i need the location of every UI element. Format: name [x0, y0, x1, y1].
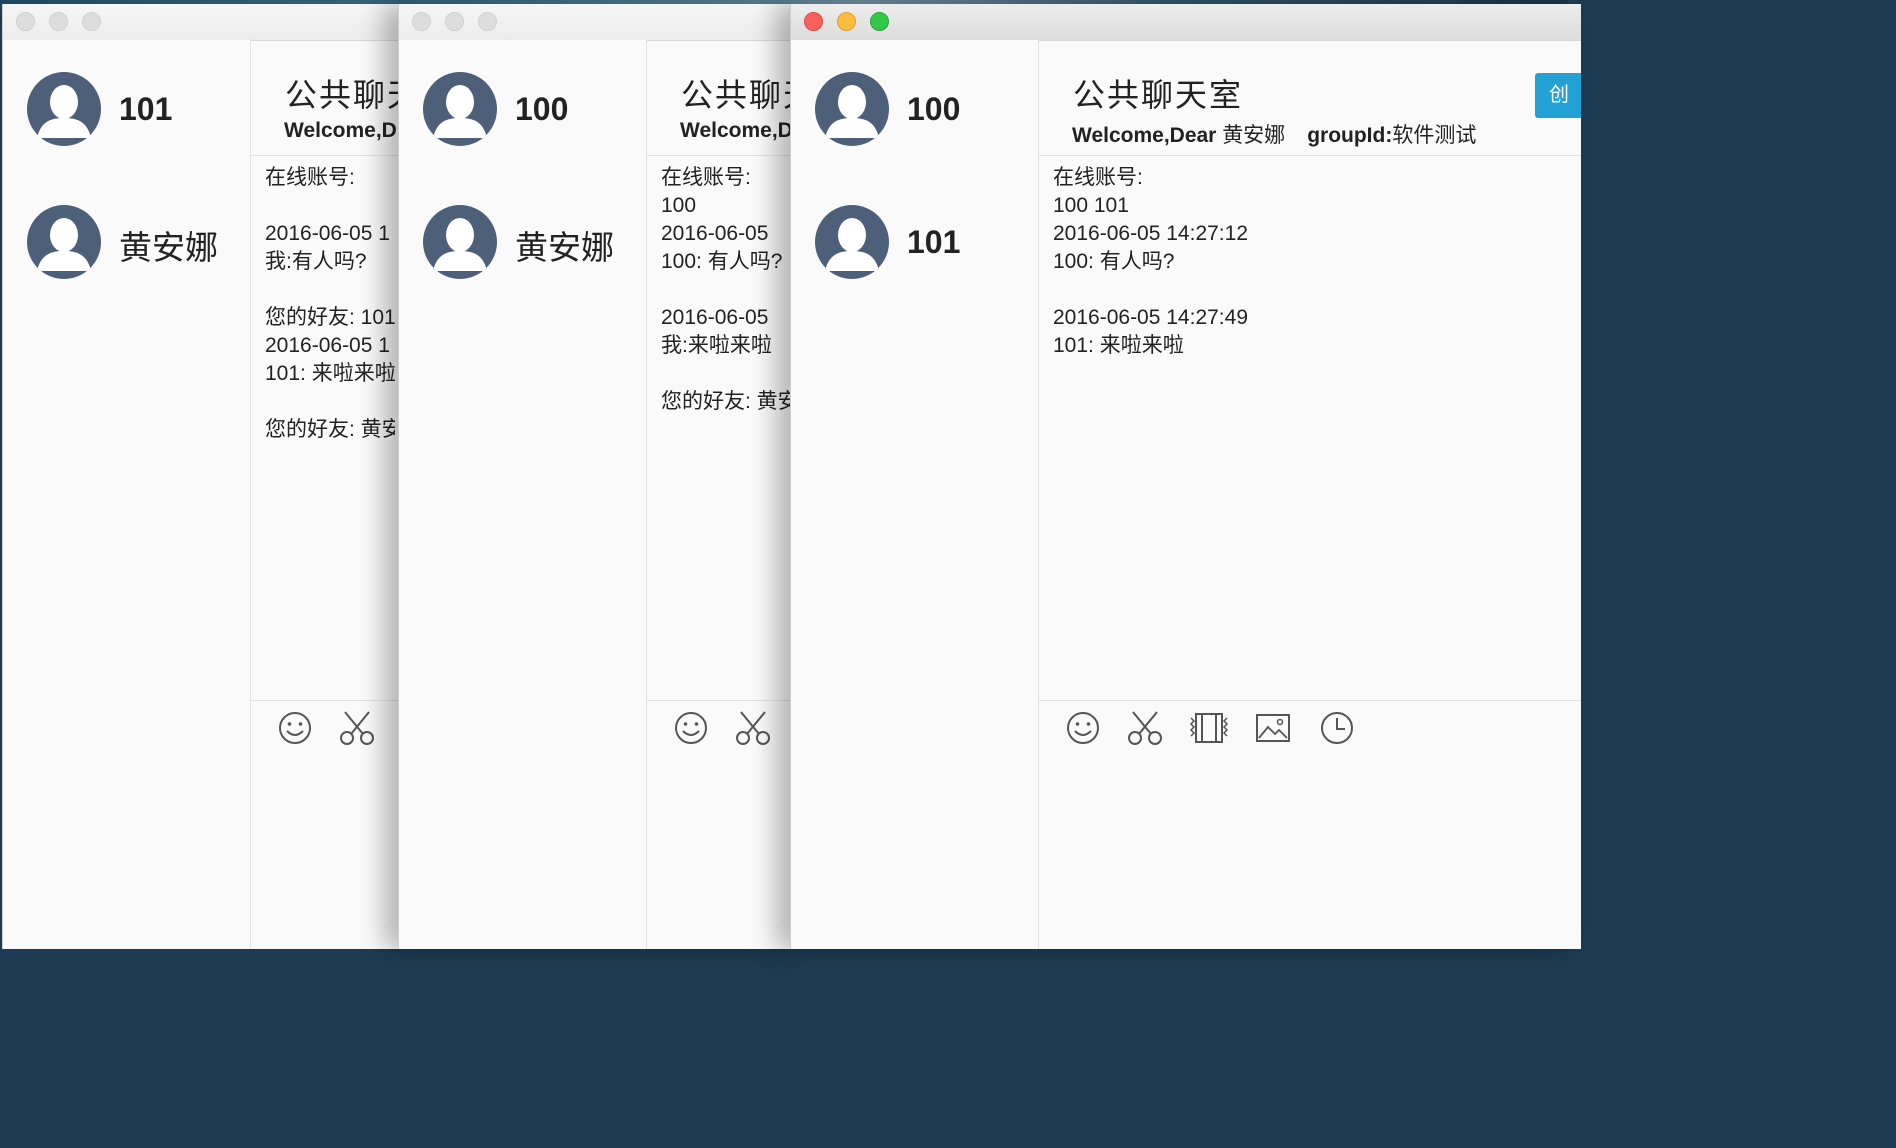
divider [1039, 700, 1581, 701]
welcome-username: 黄安娜 [1222, 124, 1286, 147]
minimize-button[interactable] [49, 12, 68, 31]
welcome-text: Welcome,D [680, 119, 793, 142]
chat-window-100: 100 101 公共聊天室 Welcome,Dear 黄安娜 groupId:软件… [790, 4, 1581, 949]
avatar [27, 205, 101, 279]
contact-item[interactable]: 黄安娜 [27, 205, 247, 281]
smiley-icon[interactable] [1063, 708, 1103, 748]
room-title: 公共聊天 [285, 76, 403, 114]
zoom-button[interactable] [82, 12, 101, 31]
group-id-value: 软件测试 [1392, 124, 1477, 147]
chat-panel: 公共聊天 Welcome,D 在线账号: 100 2016-06-05 100:… [647, 40, 799, 949]
zoom-button[interactable] [478, 12, 497, 31]
contact-list: 101 黄安娜 [3, 40, 251, 949]
contact-list: 100 101 [791, 40, 1039, 949]
contact-name: 101 [907, 224, 961, 260]
contact-item[interactable]: 黄安娜 [423, 205, 643, 281]
avatar [423, 72, 497, 146]
contact-item[interactable]: 100 [423, 72, 643, 148]
contact-item[interactable]: 101 [815, 205, 1035, 281]
welcome-text: Welcome,D [284, 119, 397, 142]
close-button[interactable] [804, 12, 823, 31]
contact-name: 100 [515, 91, 569, 127]
room-title: 公共聊天 [681, 76, 799, 114]
divider [647, 700, 799, 701]
avatar [815, 205, 889, 279]
avatar [815, 72, 889, 146]
contact-name: 黄安娜 [515, 229, 614, 266]
group-id: groupId:软件测试 [1307, 124, 1476, 147]
close-button[interactable] [16, 12, 35, 31]
minimize-button[interactable] [445, 12, 464, 31]
zoom-button[interactable] [870, 12, 889, 31]
close-button[interactable] [412, 12, 431, 31]
chat-panel: 公共聊天室 Welcome,Dear 黄安娜 groupId:软件测试 创 在线账… [1039, 40, 1581, 949]
contact-item[interactable]: 100 [815, 72, 1035, 148]
group-id-label: groupId: [1307, 124, 1393, 147]
window-titlebar[interactable] [399, 4, 799, 41]
avatar [27, 72, 101, 146]
welcome-text: Welcome,Dear 黄安娜 groupId:软件测试 [1072, 119, 1476, 149]
window-titlebar[interactable] [3, 4, 403, 41]
chat-header: 公共聊天 Welcome,D [251, 40, 403, 156]
image-icon[interactable] [1253, 708, 1293, 748]
contact-name: 101 [119, 91, 173, 127]
contact-name: 黄安娜 [119, 229, 218, 266]
minimize-button[interactable] [837, 12, 856, 31]
contact-list: 100 黄安娜 [399, 40, 647, 949]
clock-icon[interactable] [1317, 708, 1357, 748]
chat-header: 公共聊天室 Welcome,Dear 黄安娜 groupId:软件测试 创 [1039, 40, 1581, 156]
scissors-icon[interactable] [1125, 708, 1165, 748]
message-log: 在线账号: 2016-06-05 1 我:有人吗? 您的好友: 101 2016… [265, 166, 395, 441]
scissors-icon[interactable] [337, 708, 377, 748]
smiley-icon[interactable] [671, 708, 711, 748]
message-log: 在线账号: 100 2016-06-05 100: 有人吗? 2016-06-0… [661, 166, 791, 413]
chat-panel: 公共聊天 Welcome,D 在线账号: 2016-06-05 1 我:有人吗?… [251, 40, 403, 949]
contact-name: 100 [907, 91, 961, 127]
contact-item[interactable]: 101 [27, 72, 247, 148]
smiley-icon[interactable] [275, 708, 315, 748]
chat-window-huang: 100 黄安娜 公共聊天 Welcome,D 在线账号: 100 2016-06… [398, 4, 799, 949]
window-titlebar[interactable] [791, 4, 1581, 41]
avatar [423, 205, 497, 279]
scissors-icon[interactable] [733, 708, 773, 748]
video-icon[interactable] [1189, 708, 1229, 748]
message-log: 在线账号: 100 101 2016-06-05 14:27:12 100: 有… [1053, 166, 1248, 357]
welcome-prefix: Welcome,Dear [1072, 124, 1223, 147]
create-button[interactable]: 创 [1535, 73, 1581, 118]
chat-window-101: 101 黄安娜 公共聊天 Welcome,D 在线账号: 2016-06-05 … [2, 4, 403, 949]
room-title: 公共聊天室 [1073, 76, 1244, 114]
divider [251, 700, 403, 701]
chat-header: 公共聊天 Welcome,D [647, 40, 799, 156]
